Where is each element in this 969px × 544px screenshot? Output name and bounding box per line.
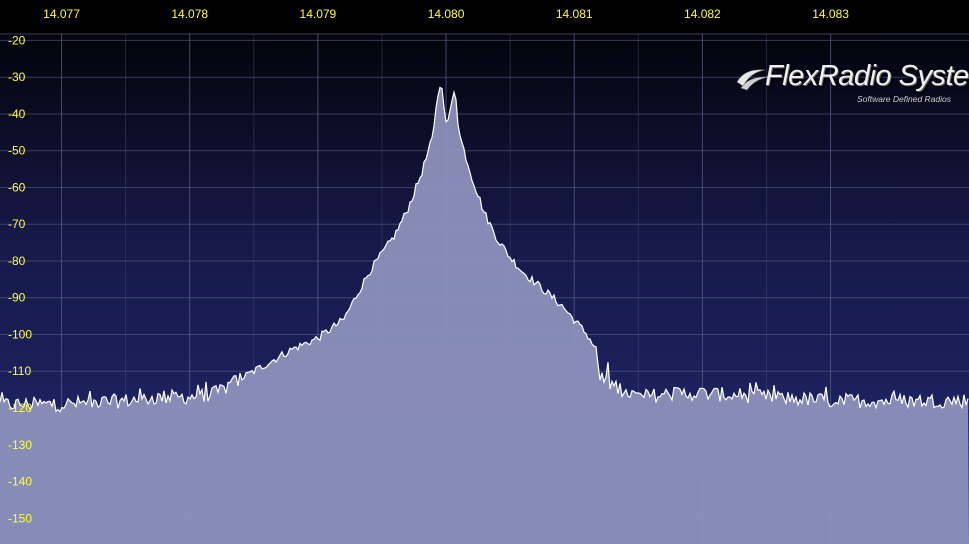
logo-tagline: Software Defined Radios [856,94,951,104]
logo-wordmark: FlexRadio Systems® [765,60,969,93]
frequency-tick-label: 14.080 [428,7,465,21]
dbm-tick-label: -40 [8,107,26,121]
logo-text: FlexRadio Systems [765,60,969,92]
dbm-tick-label: -20 [8,33,26,47]
dbm-tick-label: -100 [8,327,32,341]
dbm-tick-label: -150 [8,511,32,525]
dbm-tick-label: -60 [8,180,26,194]
frequency-tick-label: 14.083 [812,7,849,21]
dbm-tick-label: -120 [8,401,32,415]
dbm-tick-label: -30 [8,70,26,84]
frequency-tick-label: 14.079 [300,7,337,21]
frequency-tick-label: 14.077 [43,7,80,21]
frequency-tick-label: 14.081 [556,7,593,21]
frequency-tick-label: 14.078 [171,7,208,21]
dbm-tick-label: -80 [8,254,26,268]
flexradio-logo: FlexRadio Systems® Software Defined Radi… [735,60,969,108]
panadapter-display[interactable]: -20 -30 -40 -50 -60 -70 -80 -90 -100 -110 -120 -130… [0,0,969,544]
frequency-tick-label: 14.082 [684,7,721,21]
dbm-tick-label: -140 [8,475,32,489]
dbm-tick-label: -70 [8,217,26,231]
dbm-tick-label: -50 [8,144,26,158]
dbm-tick-label: -130 [8,438,32,452]
dbm-tick-label: -110 [8,364,31,378]
dbm-tick-label: -90 [8,291,26,305]
